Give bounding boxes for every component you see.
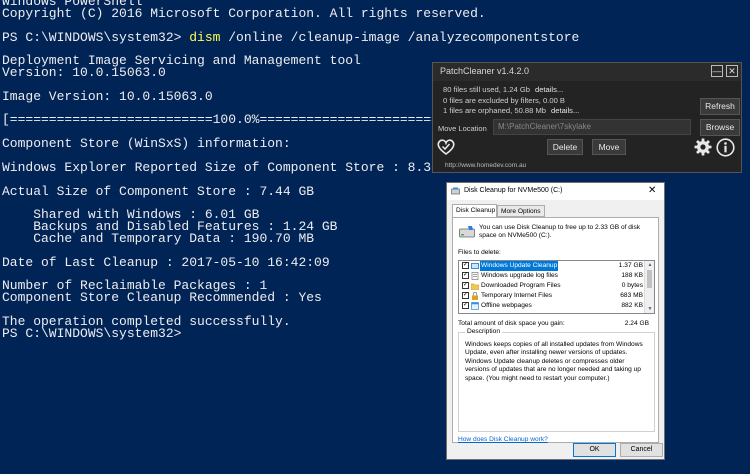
prompt-text: PS C:\WINDOWS\system32> <box>2 29 190 45</box>
checkbox[interactable]: ✓ <box>462 302 469 309</box>
list-item[interactable]: ✓ Temporary Internet Files 683 MB <box>459 291 645 301</box>
intro-text: You can use Disk Cleanup to free up to 2… <box>479 224 641 240</box>
patchcleaner-title: PatchCleaner v1.4.2.0 <box>440 66 530 76</box>
list-item[interactable]: ✓ Windows upgrade log files 188 KB <box>459 271 645 281</box>
command-arguments: /online /cleanup-image /analyzecomponent… <box>220 29 580 45</box>
disk-cleanup-icon <box>451 187 460 195</box>
disk-cleanup-title: Disk Cleanup for NVMe500 (C:) <box>464 187 563 194</box>
files-to-delete-label: Files to delete: <box>458 249 501 256</box>
scrollbar-thumb[interactable] <box>647 270 652 288</box>
item-size: 882 KB <box>621 302 643 309</box>
move-button[interactable]: Move <box>592 139 626 155</box>
drive-icon <box>459 226 475 238</box>
console-line: Copyright (C) 2016 Microsoft Corporation… <box>2 5 486 21</box>
tab-disk-cleanup[interactable]: Disk Cleanup <box>452 204 497 217</box>
windows-update-icon <box>471 263 479 269</box>
homedev-url: http://www.homedev.com.au <box>445 162 527 169</box>
gear-icon[interactable] <box>694 138 712 156</box>
browse-button[interactable]: Browse <box>700 119 740 136</box>
orphaned-files-text: 1 files are orphaned, 50.88 Mb <box>443 106 547 115</box>
item-name: Windows Update Cleanup <box>480 261 559 271</box>
total-space-value: 2.24 GB <box>624 320 649 327</box>
move-location-label: Move Location <box>438 124 487 133</box>
item-size: 1.37 GB <box>618 262 643 269</box>
list-scrollbar[interactable]: ▲ ▼ <box>644 261 654 313</box>
disk-cleanup-titlebar[interactable]: Disk Cleanup for NVMe500 (C:) ✕ <box>447 183 664 200</box>
files-list[interactable]: ✓ Windows Update Cleanup 1.37 GB ✓ Windo… <box>458 260 655 314</box>
used-files-info: 80 files still used, 1.24 Gb details... <box>443 85 563 94</box>
description-legend: Description <box>465 328 502 335</box>
patchcleaner-window: PatchCleaner v1.4.2.0 — ✕ 80 files still… <box>432 62 742 173</box>
folder-icon <box>471 283 479 290</box>
scroll-up-arrow-icon[interactable]: ▲ <box>646 261 654 269</box>
tab-more-options[interactable]: More Options <box>497 205 545 217</box>
webpage-icon <box>471 302 479 310</box>
total-space-label: Total amount of disk space you gain: <box>458 320 565 327</box>
close-button[interactable]: ✕ <box>648 185 656 197</box>
checkbox[interactable]: ✓ <box>462 292 469 299</box>
heart-logo-icon <box>437 139 455 155</box>
close-button[interactable]: ✕ <box>726 65 738 77</box>
ok-button[interactable]: OK <box>573 443 616 457</box>
item-name: Offline webpages <box>481 302 532 309</box>
excluded-files-info: 0 files are excluded by filters, 0.00 B <box>443 96 565 105</box>
item-size: 188 KB <box>621 272 643 279</box>
move-location-input[interactable]: M:\PatchCleaner\7skylake <box>493 119 691 135</box>
item-size: 683 MB <box>620 292 643 299</box>
lock-icon <box>472 292 478 300</box>
description-group: Description Windows keeps copies of all … <box>458 328 655 432</box>
excluded-files-text: 0 files are excluded by filters, 0.00 B <box>443 96 565 105</box>
item-name: Temporary Internet Files <box>481 292 553 299</box>
description-text: Windows keeps copies of all installed up… <box>465 341 643 382</box>
checkbox[interactable]: ✓ <box>462 262 469 269</box>
list-item[interactable]: ✓ Downloaded Program Files 0 bytes <box>459 281 645 291</box>
item-name: Downloaded Program Files <box>481 282 561 289</box>
orphaned-files-details-link[interactable]: details... <box>551 106 579 115</box>
list-item[interactable]: ✓ Offline webpages 882 KB <box>459 301 645 311</box>
orphaned-files-info: 1 files are orphaned, 50.88 Mb details... <box>443 106 579 115</box>
console-line: PS C:\WINDOWS\system32> dism /online /cl… <box>2 29 580 45</box>
scroll-down-arrow-icon[interactable]: ▼ <box>646 305 654 313</box>
minimize-button[interactable]: — <box>711 65 723 77</box>
disk-cleanup-panel: You can use Disk Cleanup to free up to 2… <box>452 217 659 443</box>
checkbox[interactable]: ✓ <box>462 272 469 279</box>
how-disk-cleanup-works-link[interactable]: How does Disk Cleanup work? <box>458 436 548 443</box>
used-files-details-link[interactable]: details... <box>535 85 563 94</box>
log-file-icon <box>471 272 479 280</box>
info-icon[interactable] <box>716 138 735 157</box>
item-size: 0 bytes <box>621 282 643 289</box>
disk-cleanup-dialog: Disk Cleanup for NVMe500 (C:) ✕ Disk Cle… <box>446 182 665 460</box>
checkbox[interactable]: ✓ <box>462 282 469 289</box>
patchcleaner-titlebar[interactable]: PatchCleaner v1.4.2.0 — ✕ <box>433 63 741 81</box>
cancel-button[interactable]: Cancel <box>620 443 663 457</box>
refresh-button[interactable]: Refresh <box>700 98 740 115</box>
used-files-text: 80 files still used, 1.24 Gb <box>443 85 530 94</box>
list-item[interactable]: ✓ Windows Update Cleanup 1.37 GB <box>459 261 645 271</box>
command-name: dism <box>189 29 221 45</box>
item-name: Windows upgrade log files <box>481 272 558 279</box>
delete-button[interactable]: Delete <box>547 139 583 155</box>
